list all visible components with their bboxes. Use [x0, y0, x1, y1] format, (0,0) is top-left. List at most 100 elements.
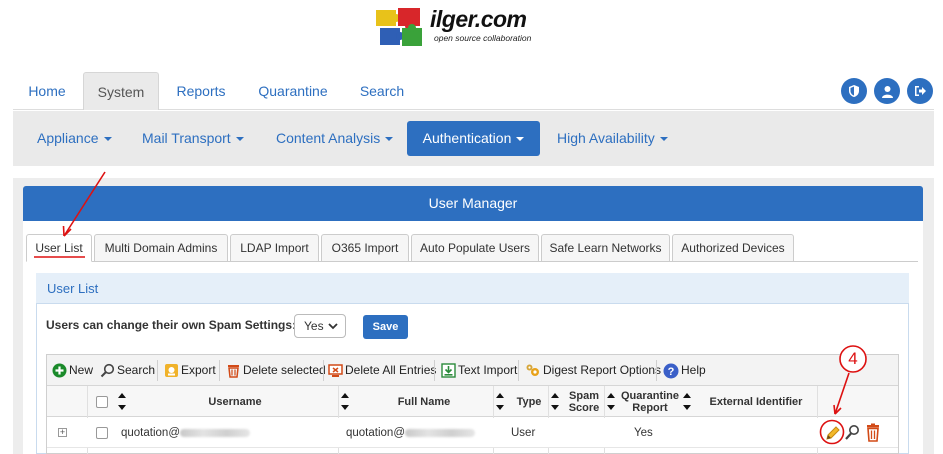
delete-all-label: Delete All Entries	[345, 363, 437, 377]
subnav-high-availability[interactable]: High Availability	[557, 121, 668, 156]
grid-toolbar: New Search Export Delete selected Delete…	[47, 355, 898, 386]
user-icon	[881, 85, 893, 98]
grid-header: Username Full Name Type Spam Score Quara…	[47, 386, 898, 417]
tab-ldap-import[interactable]: LDAP Import	[230, 234, 319, 262]
caret-down-icon	[516, 137, 525, 142]
cell-quarantine-report: Yes	[634, 427, 653, 439]
col-username[interactable]: Username	[129, 386, 341, 417]
new-label: New	[69, 363, 94, 377]
redacted-text	[405, 428, 475, 437]
trash-icon[interactable]	[865, 423, 881, 442]
edit-pencil-icon[interactable]	[824, 424, 842, 442]
tab-quarantine[interactable]: Quarantine	[245, 72, 341, 110]
digest-report-button[interactable]: Digest Report Options	[525, 355, 661, 386]
col-spam-score[interactable]: Spam Score	[561, 386, 607, 417]
col-external-identifier[interactable]: External Identifier	[693, 386, 819, 417]
col-type[interactable]: Type	[507, 386, 551, 417]
search-icon[interactable]	[844, 424, 860, 442]
export-button[interactable]: Export	[164, 355, 216, 386]
col-fullname[interactable]: Full Name	[352, 386, 496, 417]
user-list-heading: User List	[36, 273, 909, 304]
search-icon	[100, 363, 115, 378]
cell-type: User	[511, 427, 536, 439]
cell-fullname: quotation@	[346, 418, 475, 448]
search-button[interactable]: Search	[100, 355, 155, 386]
help-label: Help	[681, 363, 706, 377]
import-icon	[441, 363, 456, 378]
sort-arrows-icon[interactable]	[496, 391, 504, 412]
tab-multi-domain-admins[interactable]: Multi Domain Admins	[94, 234, 228, 262]
subnav-content-analysis[interactable]: Content Analysis	[276, 121, 394, 156]
tab-authorized-devices[interactable]: Authorized Devices	[672, 234, 794, 262]
tab-home[interactable]: Home	[13, 72, 81, 110]
brand-tagline: open source collaboration	[434, 33, 532, 43]
toolbar-divider	[157, 360, 158, 381]
table-row[interactable]: + quotation@ quotation@ User Yes	[47, 418, 898, 448]
new-button[interactable]: New	[52, 355, 93, 386]
username-value: quotation@	[121, 427, 180, 439]
puzzle-logo-icon	[376, 8, 422, 46]
shield-icon	[849, 85, 859, 97]
panel-title: User Manager	[23, 186, 923, 221]
select-all-checkbox[interactable]	[96, 396, 108, 408]
gears-icon	[526, 364, 539, 376]
toolbar-divider	[434, 360, 435, 381]
sort-arrows-icon[interactable]	[683, 391, 691, 412]
delete-selected-label: Delete selected	[243, 363, 326, 377]
help-icon: ?	[663, 363, 679, 378]
export-label: Export	[181, 363, 216, 377]
delete-all-icon	[328, 364, 343, 377]
text-import-button[interactable]: Text Import	[441, 355, 517, 386]
sort-arrows-icon[interactable]	[551, 391, 559, 412]
caret-down-icon	[235, 137, 244, 142]
text-import-label: Text Import	[458, 363, 518, 377]
top-tabs: Home System Reports Quarantine Search	[13, 72, 934, 110]
sort-arrows-icon[interactable]	[607, 391, 615, 412]
fullname-value: quotation@	[346, 427, 405, 439]
caret-down-icon	[385, 137, 394, 142]
toolbar-divider	[219, 360, 220, 381]
caret-down-icon	[103, 137, 112, 142]
plus-circle-icon	[52, 363, 67, 378]
toolbar-divider	[656, 360, 657, 381]
cell-username: quotation@	[121, 418, 250, 448]
annotation-number: 4	[848, 349, 858, 368]
sort-arrows-icon[interactable]	[118, 391, 126, 412]
col-quarantine-report[interactable]: Quarantine Report	[617, 386, 683, 417]
caret-down-icon	[659, 137, 668, 142]
digest-report-label: Digest Report Options	[543, 363, 662, 377]
search-label: Search	[117, 363, 156, 377]
expand-row-icon[interactable]: +	[58, 428, 67, 437]
row-checkbox[interactable]	[96, 427, 108, 439]
toolbar-divider	[323, 360, 324, 381]
subnav: Appliance Mail Transport Content Analysi…	[13, 111, 934, 166]
trash-icon	[228, 365, 239, 378]
spam-settings-select[interactable]: Yes	[294, 314, 346, 338]
spam-settings-label: Users can change their own Spam Settings…	[46, 318, 297, 332]
subnav-mail-transport[interactable]: Mail Transport	[142, 121, 244, 156]
toolbar-divider	[518, 360, 519, 381]
tab-reports[interactable]: Reports	[163, 72, 239, 110]
logout-icon	[914, 86, 926, 96]
shield-button[interactable]	[841, 78, 867, 104]
tab-system[interactable]: System	[83, 72, 159, 110]
tab-search[interactable]: Search	[347, 72, 417, 110]
logout-button[interactable]	[907, 78, 933, 104]
delete-all-button[interactable]: Delete All Entries	[328, 355, 436, 386]
spam-settings-value: Yes	[304, 319, 324, 333]
logo: ilger.com open source collaboration	[374, 6, 574, 50]
user-button[interactable]	[874, 78, 900, 104]
brand-name: ilger.com	[430, 6, 527, 32]
svg-text:?: ?	[668, 366, 675, 378]
tab-safe-learn-networks[interactable]: Safe Learn Networks	[541, 234, 670, 262]
help-button[interactable]: ? Help	[663, 355, 706, 386]
save-button[interactable]: Save	[363, 315, 408, 339]
subnav-appliance[interactable]: Appliance	[37, 121, 112, 156]
tab-user-list[interactable]: User List	[26, 234, 92, 262]
delete-selected-button[interactable]: Delete selected	[226, 355, 326, 386]
chevron-down-icon	[328, 323, 338, 330]
sort-arrows-icon[interactable]	[341, 391, 349, 412]
subnav-authentication[interactable]: Authentication	[407, 121, 540, 156]
tab-o365-import[interactable]: O365 Import	[321, 234, 409, 262]
tab-auto-populate-users[interactable]: Auto Populate Users	[411, 234, 539, 262]
